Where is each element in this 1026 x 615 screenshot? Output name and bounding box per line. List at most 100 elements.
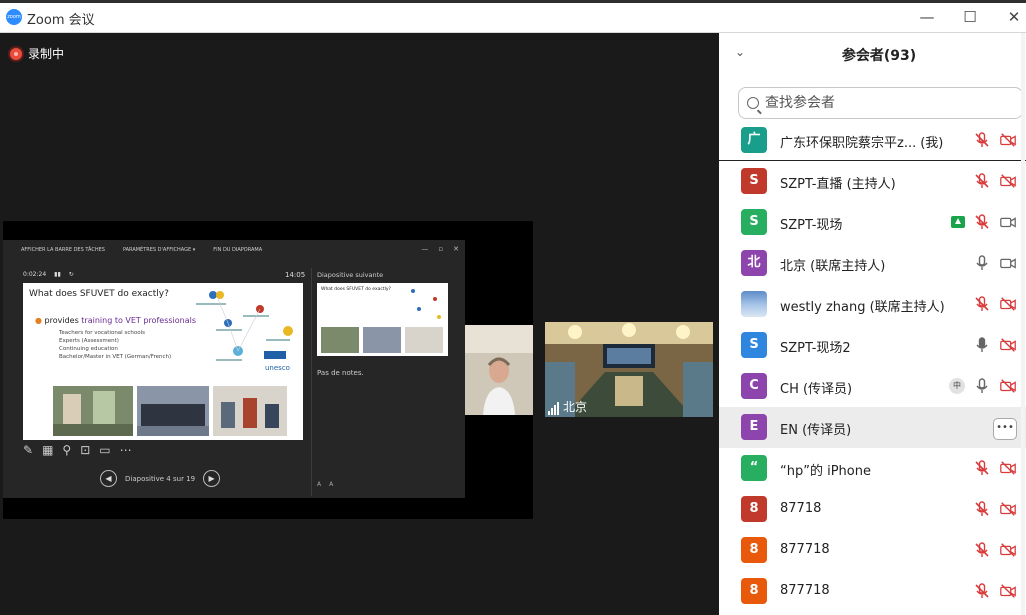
participant-row[interactable]: S SZPT-现场	[719, 202, 1026, 243]
next-slide-title: What does SFUVET do exactly?	[321, 287, 391, 292]
participant-name: 877718	[780, 542, 830, 557]
video-tile-label: 北京	[548, 398, 587, 415]
recording-indicator[interactable]: 录制中	[10, 45, 64, 62]
mic-muted-icon	[975, 296, 989, 311]
participant-row[interactable]: westly zhang (联席主持人)	[719, 284, 1026, 325]
mic-muted-icon	[975, 132, 989, 147]
notes-font-buttons: A A	[317, 481, 333, 488]
participant-row[interactable]: C CH (传译员) 中	[719, 366, 1026, 407]
participant-name: 北京 (联席主持人)	[780, 259, 886, 274]
participant-name: SZPT-现场	[780, 218, 843, 233]
avatar: C	[741, 373, 767, 399]
avatar: S	[741, 168, 767, 194]
slide-title: What does SFUVET do exactly?	[29, 289, 169, 299]
window-title: Zoom 会议	[27, 13, 95, 28]
next-slide-label: Diapositive suivante	[317, 271, 384, 279]
participant-row[interactable]: 8 877718	[719, 571, 1026, 612]
avatar: S	[741, 332, 767, 358]
end-slideshow-button: FIN DU DIAPORAMA	[213, 247, 263, 253]
avatar: 8	[741, 578, 767, 604]
next-slide-photos	[321, 327, 443, 353]
video-tile-name: 北京	[563, 400, 588, 414]
presenter-divider	[311, 268, 312, 496]
avatar: 8	[741, 496, 767, 522]
participant-row[interactable]: 北北京 (联席主持人)	[719, 243, 1026, 284]
video-icon	[1000, 217, 1016, 228]
pen-icon: ✎	[23, 443, 34, 457]
participant-row[interactable]: 8 877718	[719, 530, 1026, 571]
participant-row[interactable]: E EN (传译员) •••	[719, 407, 1026, 448]
avatar: E	[741, 414, 767, 440]
mic-muted-icon	[975, 460, 989, 475]
video-off-icon	[1000, 502, 1016, 516]
next-slide-icon: ▶	[203, 470, 221, 487]
next-slide-diagram	[411, 289, 441, 319]
video-tile-speaker[interactable]	[465, 325, 533, 415]
participant-status-icons	[973, 582, 1017, 600]
show-taskbar-button: AFFICHER LA BARRE DES TÂCHES	[21, 247, 105, 253]
panel-title: 参会者(93)	[841, 48, 917, 64]
video-off-icon	[1000, 174, 1016, 188]
participant-status-icons: •••	[993, 418, 1017, 440]
participant-search[interactable]	[738, 87, 1023, 119]
mic-muted-icon	[975, 173, 989, 188]
maximize-button[interactable]: ☐	[959, 7, 981, 27]
participant-name: SZPT-现场2	[780, 341, 851, 356]
mic-icon	[976, 255, 988, 270]
speaker-notes: Pas de notes.	[317, 369, 364, 377]
minimize-button[interactable]: —	[916, 7, 938, 27]
participant-name: “hp”的 iPhone	[780, 464, 871, 479]
presenter-clock: 14:05	[285, 271, 306, 279]
presenter-tools: ✎ ▦ ⚲ ⊡ ▭ ⋯	[23, 443, 132, 457]
signal-strength-icon	[548, 402, 559, 415]
zoom-icon: ⚲	[62, 443, 72, 457]
slide-diagram: unesco	[196, 291, 293, 372]
more-options-button[interactable]: •••	[993, 418, 1017, 440]
participant-status-icons	[973, 172, 1017, 190]
shared-screen[interactable]: AFFICHER LA BARRE DES TÂCHES PARAMÈTRES …	[3, 221, 533, 519]
zoom-logo-icon: zoom	[6, 9, 22, 25]
slides-grid-icon: ▦	[42, 443, 54, 457]
slide-photo-group	[137, 386, 209, 436]
avatar: 北	[741, 250, 767, 276]
video-tile-beijing[interactable]: 北京	[545, 322, 713, 417]
close-button[interactable]: ✕	[1003, 7, 1025, 27]
title-bar: zoom Zoom 会议 — ☐ ✕	[0, 0, 1026, 33]
mic-active-icon	[976, 337, 988, 352]
slide-sub-item: Teachers for vocational schools	[59, 330, 145, 336]
slide-sub-item: Experts (Assessment)	[59, 338, 119, 344]
participant-name: 877718	[780, 583, 830, 598]
video-off-icon	[1000, 584, 1016, 598]
participant-status-icons	[973, 131, 1017, 149]
participant-row[interactable]: S SZPT-直播 (主持人)	[719, 161, 1026, 202]
search-input[interactable]	[765, 95, 1005, 111]
speaker-video-icon	[465, 325, 533, 415]
slide-photo-workshop	[53, 386, 133, 436]
participant-list: 广广东环保职院蔡宗平z... (我) S SZPT-直播 (主持人) S SZPT-现场北…	[719, 120, 1026, 612]
participant-status-icons	[973, 541, 1017, 559]
participant-row[interactable]: 广广东环保职院蔡宗平z... (我)	[719, 120, 1026, 161]
participant-row[interactable]: S SZPT-现场2	[719, 325, 1026, 366]
participant-status-icons	[973, 254, 1017, 272]
slide-counter: Diapositive 4 sur 19	[125, 474, 196, 483]
participant-row[interactable]: “ “hp”的 iPhone	[719, 448, 1026, 489]
pointer-icon: ⊡	[80, 443, 91, 457]
slide-sub-item: Continuing education	[59, 346, 118, 352]
participant-status-icons	[973, 459, 1017, 477]
raise-hand-icon	[951, 216, 965, 228]
subtitles-icon: ▭	[99, 443, 111, 457]
participant-status-icons: 中	[949, 377, 1017, 395]
participant-status-icons	[973, 295, 1017, 313]
participant-row[interactable]: 8 87718	[719, 489, 1026, 530]
slide-bullet: ● provides training to VET professionals	[35, 316, 197, 325]
participant-status-icons	[951, 213, 1017, 231]
slide-navigator: ◀ Diapositive 4 sur 19 ▶	[100, 470, 221, 487]
video-icon	[1000, 258, 1016, 269]
participant-name: EN (传译员)	[780, 423, 852, 438]
mic-muted-icon	[975, 542, 989, 557]
unesco-logo: unesco	[265, 364, 290, 372]
self-tag: (我)	[920, 136, 944, 151]
more-options-icon: ⋯	[119, 443, 132, 457]
scrollbar[interactable]	[1021, 33, 1025, 615]
participant-name: 广东环保职院蔡宗平z... (我)	[780, 136, 944, 151]
